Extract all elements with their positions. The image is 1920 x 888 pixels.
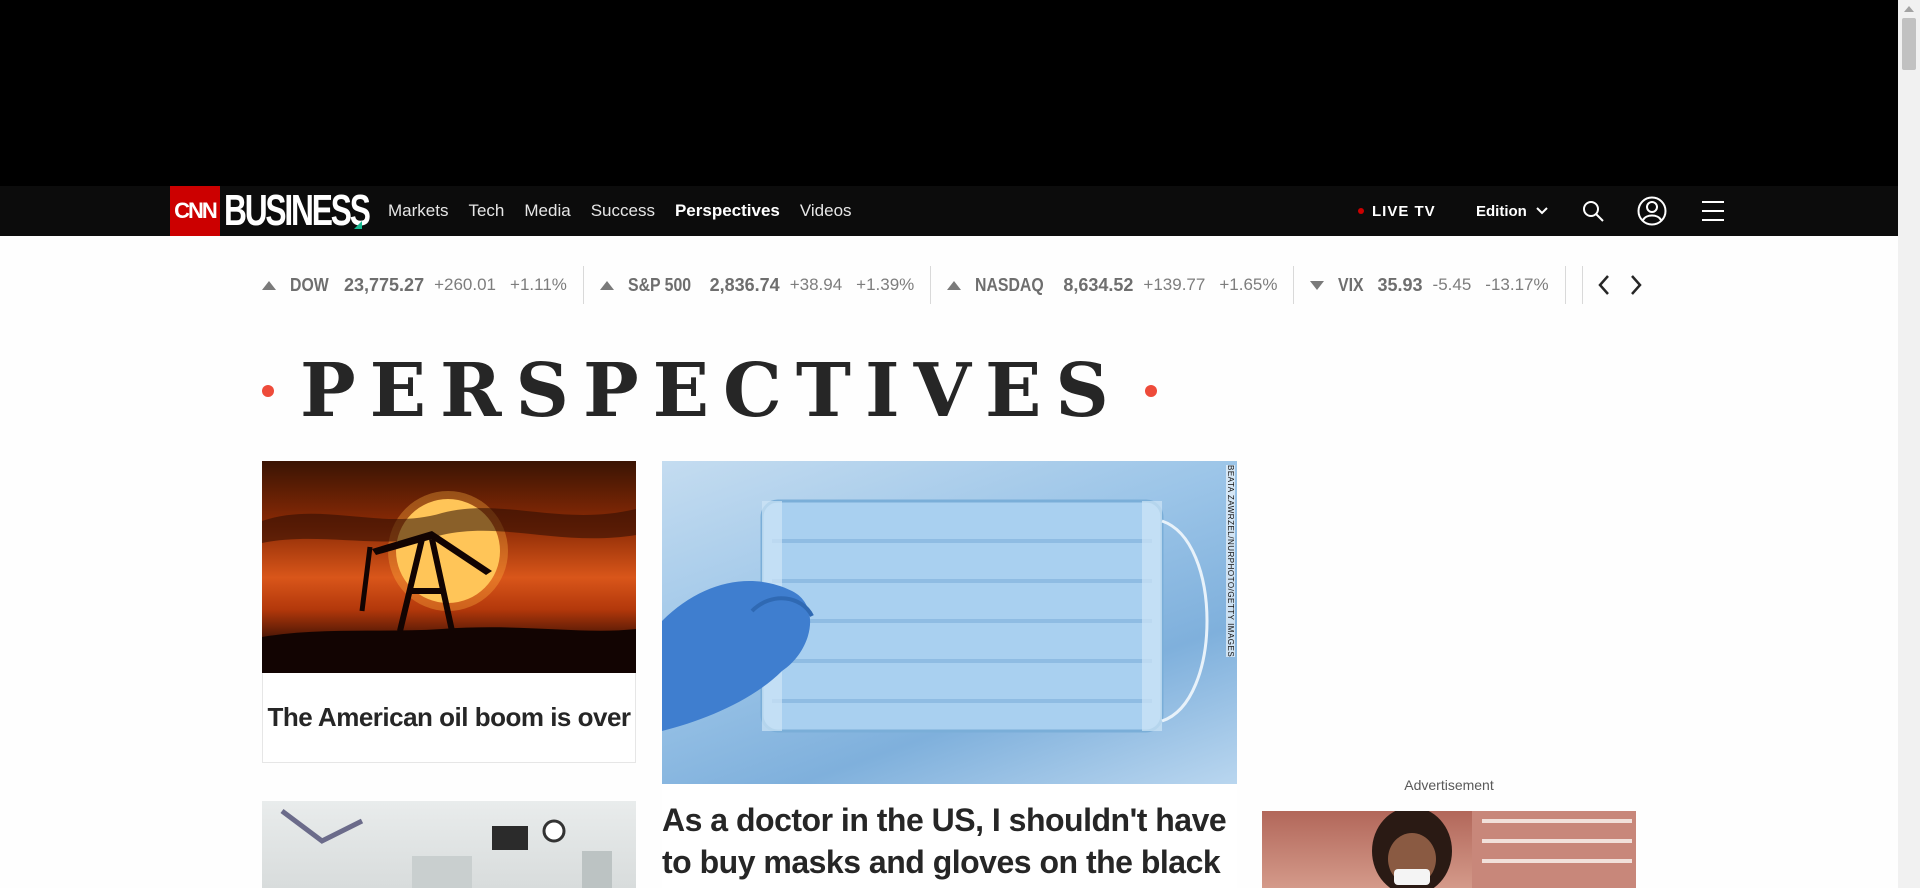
hospital-room-illustration — [280, 809, 612, 888]
market-ticker: DOW 23,775.27 +260.01 +1.11% S&P 500 2,8… — [262, 266, 1643, 304]
photo-credit: BEATA ZAWRZEL/NURPHOTO/GETTY IMAGES — [1226, 465, 1235, 658]
account-icon — [1637, 196, 1667, 226]
ticker-item-vix[interactable]: VIX 35.93 -5.45 -13.17% — [1310, 266, 1566, 304]
ticker-name: DOW — [290, 274, 329, 295]
search-button[interactable] — [1578, 196, 1608, 226]
title-dot-right — [1144, 385, 1157, 397]
ticker-pct: +1.11% — [510, 275, 567, 294]
live-dot-icon — [1358, 208, 1364, 214]
sidebar-ad[interactable] — [1262, 811, 1636, 888]
ticker-value: 8,634.52 — [1063, 274, 1134, 295]
ticker-change: -5.45 — [1432, 275, 1472, 294]
ticker-pct: +1.65% — [1219, 275, 1278, 294]
scroll-thumb[interactable] — [1902, 18, 1916, 70]
live-tv-link[interactable]: LIVE TV — [1358, 186, 1436, 236]
menu-button[interactable] — [1698, 196, 1728, 226]
ticker-name: VIX — [1338, 274, 1365, 295]
top-navbar: CNN BUSINESS Markets Tech Media Success … — [0, 186, 1898, 236]
ticker-name: NASDAQ — [975, 274, 1044, 295]
chevron-right-icon[interactable] — [1629, 274, 1643, 296]
headline-masks[interactable]: As a doctor in the US, I shouldn't have … — [662, 799, 1237, 883]
nav-link-perspectives[interactable]: Perspectives — [675, 201, 780, 221]
chevron-down-icon — [1536, 207, 1548, 215]
ticker-item-nasdaq[interactable]: NASDAQ 8,634.52 +139.77 +1.65% — [947, 266, 1295, 304]
nav-link-tech[interactable]: Tech — [468, 201, 504, 221]
ticker-value: 2,836.74 — [709, 274, 780, 295]
nav-link-media[interactable]: Media — [524, 201, 570, 221]
ticker-nav — [1581, 266, 1643, 304]
page-title: PERSPECTIVES — [300, 348, 1123, 434]
title-dot-left — [262, 385, 274, 397]
logo-triangle-icon — [354, 221, 362, 229]
arrow-up-icon — [947, 280, 962, 290]
headline-oil[interactable]: The American oil boom is over — [267, 702, 631, 733]
nav-link-markets[interactable]: Markets — [388, 201, 448, 221]
ticker-value: 35.93 — [1377, 274, 1423, 295]
nav-link-videos[interactable]: Videos — [800, 201, 852, 221]
logo-business: BUSINESS — [224, 186, 371, 235]
ticker-name: S&P 500 — [627, 274, 692, 295]
logo-cnn: CNN — [170, 186, 220, 236]
ticker-change: +139.77 — [1143, 275, 1206, 294]
article-card-oil[interactable]: The American oil boom is over — [262, 461, 636, 763]
ticker-pct: -13.17% — [1485, 275, 1549, 294]
edition-dropdown[interactable]: Edition — [1476, 186, 1549, 236]
card-caption: The American oil boom is over — [262, 673, 636, 763]
arrow-up-icon — [599, 280, 614, 290]
cnn-business-logo[interactable]: CNN BUSINESS — [170, 186, 371, 236]
advertisement-label: Advertisement — [1404, 777, 1494, 793]
masks-image: BEATA ZAWRZEL/NURPHOTO/GETTY IMAGES — [662, 461, 1237, 784]
arrow-down-icon — [1310, 280, 1325, 290]
search-icon — [1583, 201, 1604, 222]
live-tv-label: LIVE TV — [1372, 202, 1436, 220]
section-nav: Markets Tech Media Success Perspectives … — [388, 186, 852, 236]
ad-illustration — [1372, 811, 1636, 888]
article-card-masks[interactable]: BEATA ZAWRZEL/NURPHOTO/GETTY IMAGES As a… — [662, 461, 1237, 888]
ticker-item-sp500[interactable]: S&P 500 2,836.74 +38.94 +1.39% — [599, 266, 932, 304]
section-header: PERSPECTIVES — [262, 346, 1157, 436]
account-button[interactable] — [1637, 196, 1667, 226]
menu-icon — [1702, 201, 1724, 221]
ticker-change: +38.94 — [789, 275, 843, 294]
mask-illustration — [662, 499, 1209, 733]
page-scrollbar[interactable] — [1898, 0, 1920, 888]
ticker-value: 23,775.27 — [344, 274, 425, 295]
ticker-change: +260.01 — [434, 275, 497, 294]
nav-link-success[interactable]: Success — [591, 201, 655, 221]
hospital-image — [262, 801, 636, 888]
chevron-left-icon[interactable] — [1597, 274, 1611, 296]
ticker-item-dow[interactable]: DOW 23,775.27 +260.01 +1.11% — [262, 266, 584, 304]
oil-pump-silhouette — [262, 491, 636, 673]
ticker-pct: +1.39% — [856, 275, 915, 294]
article-card-hospital[interactable] — [262, 801, 636, 888]
ad-banner — [0, 0, 1898, 186]
oil-pump-image — [262, 461, 636, 673]
arrow-up-icon — [262, 280, 276, 290]
scroll-up-icon[interactable] — [1904, 6, 1914, 12]
edition-label: Edition — [1476, 202, 1527, 220]
